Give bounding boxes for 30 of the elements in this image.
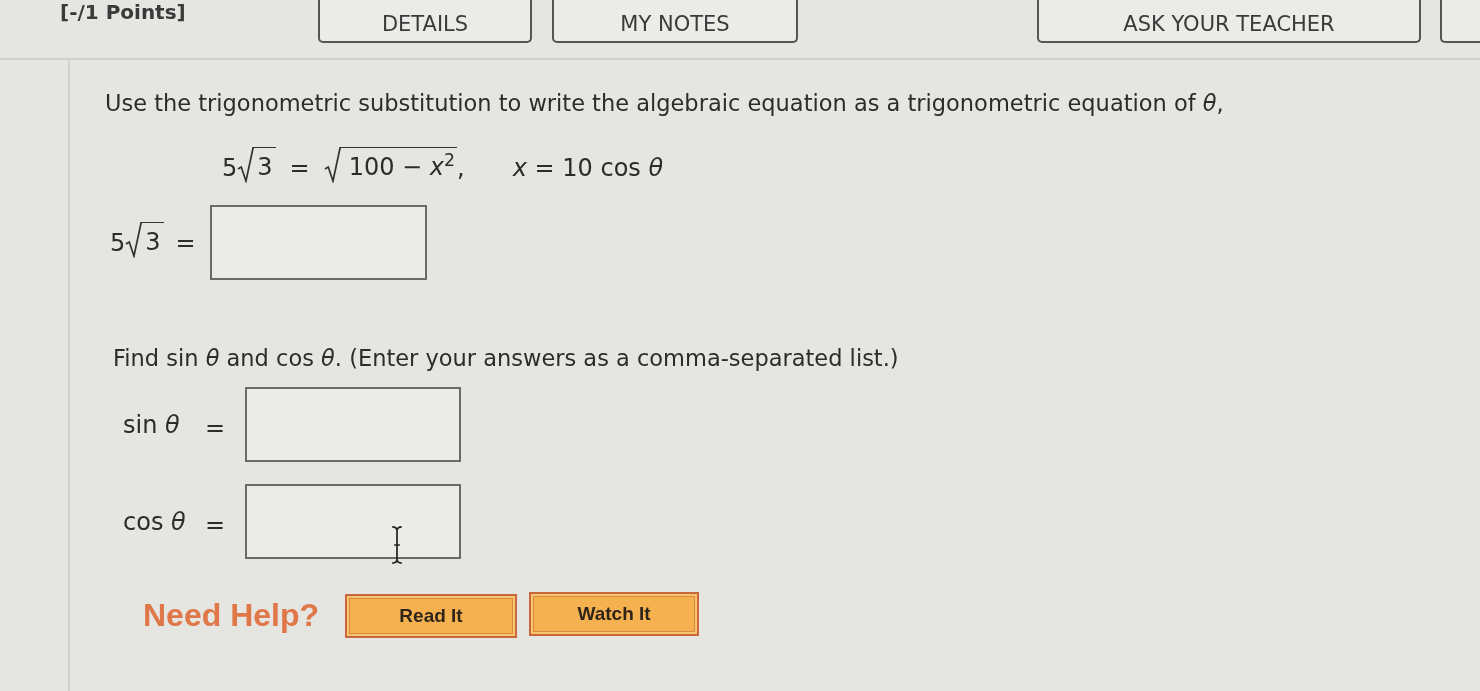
radical-sign-icon: [237, 147, 255, 183]
text-cursor-icon: [390, 526, 404, 564]
comma-text: ,: [457, 153, 465, 183]
equals-sign: =: [289, 153, 310, 183]
equals-sign: =: [205, 412, 227, 443]
equals-sign: =: [175, 227, 196, 258]
help-button[interactable]: Read It: [345, 594, 518, 638]
need-help-label: Need Help?: [143, 596, 320, 634]
function-label: cos θ: [123, 507, 187, 536]
substitution-text: x = 10 cos θ: [512, 153, 664, 183]
header-button[interactable]: [1440, 0, 1480, 43]
help-button[interactable]: Watch It: [529, 591, 700, 636]
radical-sign-icon: [323, 147, 341, 183]
header-button[interactable]: DETAILS: [318, 0, 532, 43]
question-prompt: Use the trigonometric substitution to write the algebraic equation as a trigonometric equation of θ,: [105, 89, 1225, 118]
coefficient-text: 5: [110, 227, 126, 258]
points-label: [-/1 Points]: [60, 0, 186, 24]
coefficient-text: 5: [222, 153, 238, 183]
answer-box[interactable]: [245, 484, 461, 559]
function-label: sin θ: [123, 410, 181, 439]
header-button[interactable]: ASK YOUR TEACHER: [1037, 0, 1421, 43]
radicand-text: 3: [254, 147, 276, 182]
answer-box[interactable]: [209, 205, 427, 280]
radicand-text: 100 − x$^{2}$: [340, 147, 458, 182]
instruction-text: Find sin θ and cos θ. (Enter your answers as a comma-separated list.): [113, 344, 900, 373]
radicand-text: 3: [142, 221, 164, 257]
answer-box[interactable]: [245, 387, 461, 462]
header-button[interactable]: MY NOTES: [552, 0, 798, 43]
equals-sign: =: [205, 509, 227, 540]
radical-sign-icon: [125, 221, 143, 258]
